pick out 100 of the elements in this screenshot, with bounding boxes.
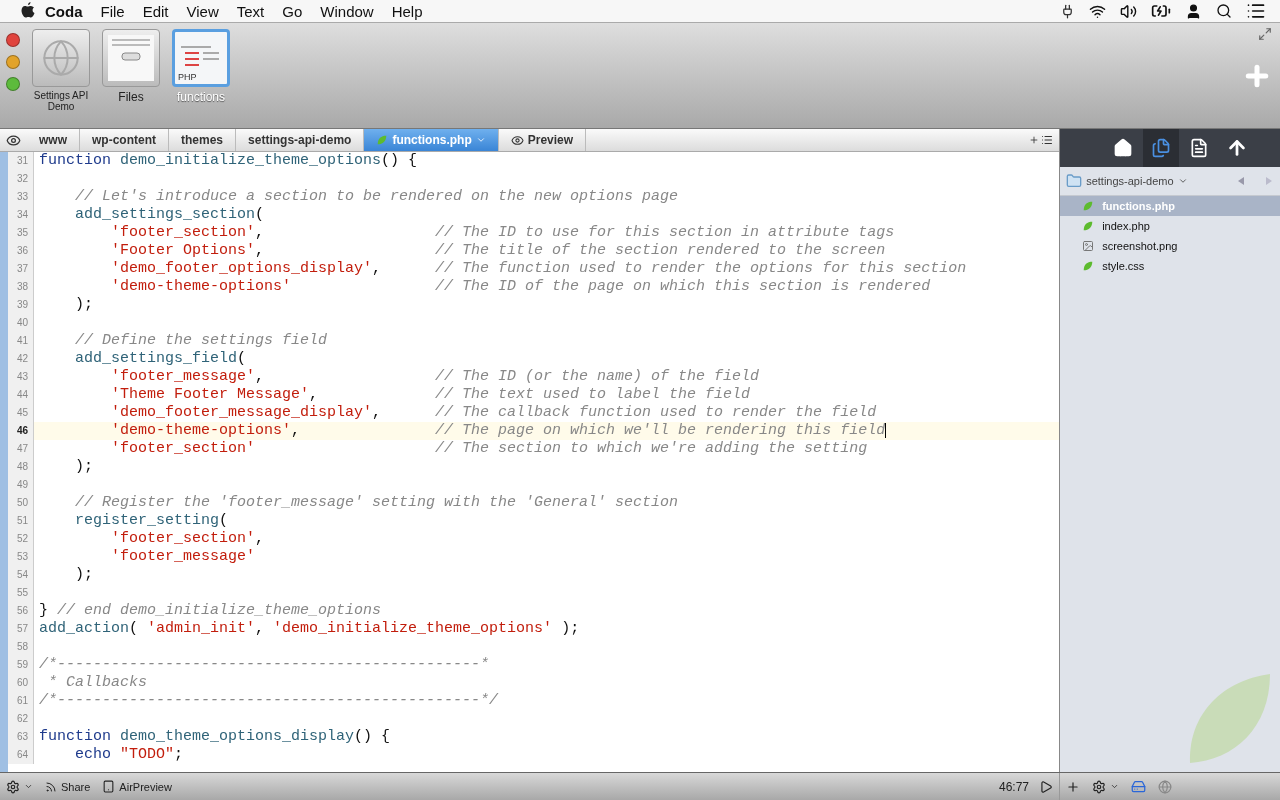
folder-icon [1066, 173, 1083, 189]
sidebar-entry[interactable]: index.php [1060, 216, 1280, 236]
line-number: 63 [8, 728, 34, 746]
line-number: 42 [8, 350, 34, 368]
folder-menu[interactable]: settings-api-demo [1066, 173, 1188, 189]
line-number: 61 [8, 692, 34, 710]
plus-icon [1029, 135, 1040, 145]
files-icon [1151, 138, 1172, 158]
tablet-icon [102, 780, 116, 793]
files-tab[interactable] [1143, 129, 1180, 167]
code-line: 'footer_section', // The ID to use for this section in attribute tags [110, 224, 895, 242]
site-thumbnail[interactable]: PHP [172, 29, 230, 87]
caret-icon [24, 782, 33, 791]
menu-item[interactable]: Go [273, 2, 312, 20]
line-number: 37 [8, 260, 34, 278]
line-number: 31 [8, 152, 34, 170]
list-icon [1041, 134, 1054, 146]
line-number: 47 [8, 440, 34, 458]
plug-icon[interactable] [1060, 3, 1075, 19]
code-line: ); [74, 296, 93, 314]
sidebar-entry[interactable]: style.css [1060, 256, 1280, 276]
line-number: 62 [8, 710, 34, 728]
code-line: add_action( 'admin_init', 'demo_initialize_theme_options' ); [38, 620, 580, 638]
caret-icon [475, 135, 486, 145]
cursor-position: 46:77 [998, 779, 1029, 794]
document-drawing [106, 33, 156, 83]
code-line: // Define the settings field [74, 332, 328, 350]
share-button[interactable]: Share [39, 773, 97, 800]
line-number: 52 [8, 530, 34, 548]
line-number: 36 [8, 242, 34, 260]
line-number: 44 [8, 386, 34, 404]
home-icon [1113, 138, 1134, 158]
path-crumb[interactable]: www [27, 129, 80, 151]
code-line: 'demo-theme-options' // The ID of the page on which this section is rendered [110, 278, 931, 296]
code-line: register_setting( [74, 512, 229, 530]
site-label: Files [118, 91, 144, 104]
sidebar-entry[interactable]: screenshot.png [1060, 236, 1280, 256]
gear-icon [1092, 779, 1106, 794]
code-line: 'demo_footer_message_display', // The callback function used to render the field [110, 404, 877, 422]
line-number: 51 [8, 512, 34, 530]
menu-item[interactable]: Help [382, 2, 432, 20]
code-line: 'demo-theme-options', // The page on which we'll be rendering this field [110, 422, 887, 440]
menu-item[interactable]: View [177, 2, 228, 20]
code-line: 'footer_section', [110, 530, 265, 548]
line-number: 57 [8, 620, 34, 638]
code-line: ); [74, 458, 93, 476]
line-number: 41 [8, 332, 34, 350]
user-icon[interactable] [1185, 2, 1202, 20]
site-label: functions [177, 91, 225, 104]
line-number: 38 [8, 278, 34, 296]
code-line: 'Theme Footer Message', // The text used to label the field [110, 386, 751, 404]
path-crumb[interactable]: themes [169, 129, 237, 151]
menu-item[interactable]: Text [227, 2, 274, 20]
line-number: 43 [8, 368, 34, 386]
line-number: 34 [8, 206, 34, 224]
line-number: 55 [8, 584, 34, 602]
caret-icon [1110, 782, 1119, 791]
site-thumbnail[interactable] [32, 29, 90, 87]
apple-icon[interactable] [20, 2, 36, 20]
line-number: 53 [8, 548, 34, 566]
code-line: function demo_initialize_theme_options() { [38, 152, 418, 170]
code-line: } // end demo_initialize_theme_options [38, 602, 382, 620]
code-line: // Let's introduce a section to be rendered on the new options page [74, 188, 679, 206]
gear-icon [6, 779, 20, 794]
line-number: 49 [8, 476, 34, 494]
image-icon [1082, 240, 1095, 252]
search-icon[interactable] [1216, 3, 1232, 19]
app-menu[interactable]: Coda [36, 2, 92, 20]
line-number: 33 [8, 188, 34, 206]
line-number: 64 [8, 746, 34, 764]
code-line: function demo_theme_options_display() { [38, 728, 391, 746]
close-button[interactable] [6, 33, 20, 47]
line-number: 45 [8, 404, 34, 422]
play-icon [1039, 779, 1053, 794]
line-number: 58 [8, 638, 34, 656]
menu-item[interactable]: Window [311, 2, 383, 20]
site-thumbnail[interactable] [102, 29, 160, 87]
fullscreen-icon[interactable] [1258, 27, 1272, 41]
leaf-icon [376, 134, 389, 146]
minimize-button[interactable] [6, 55, 20, 69]
file-type-label: PHP [178, 72, 197, 82]
signal-icon [45, 780, 57, 793]
volume-icon[interactable] [1120, 2, 1137, 20]
code-line: // Register the 'footer_message' setting with the 'General' section [74, 494, 679, 512]
code-line: add_settings_field( [74, 350, 247, 368]
list-icon[interactable] [1246, 1, 1266, 21]
site-label: Settings API Demo [32, 91, 90, 112]
airpreview-button[interactable]: AirPreview [96, 773, 178, 800]
preview-button[interactable]: Preview [498, 129, 587, 151]
line-number: 50 [8, 494, 34, 512]
line-number: 35 [8, 224, 34, 242]
path-crumb[interactable]: wp-content [80, 129, 169, 151]
line-number: 39 [8, 296, 34, 314]
code-line: * Callbacks [47, 674, 148, 692]
plus-icon [1066, 779, 1080, 794]
line-number: 48 [8, 458, 34, 476]
menu-item[interactable]: File [91, 2, 134, 20]
menu-item[interactable]: Edit [133, 2, 178, 20]
leaf-icon [1082, 200, 1095, 212]
code-line: 'footer_section' // The section to which we're adding the setting [110, 440, 868, 458]
